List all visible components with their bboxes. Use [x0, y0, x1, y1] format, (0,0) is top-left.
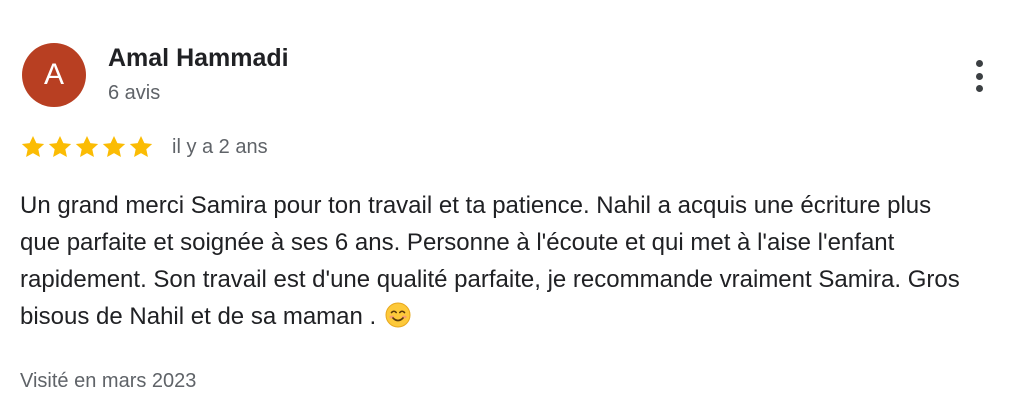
- star-icon: [129, 135, 153, 157]
- smiling-face-icon: [385, 302, 411, 328]
- more-vert-icon-dot-3: [975, 85, 983, 92]
- star-icon: [75, 135, 99, 157]
- review-text: Un grand merci Samira pour ton travail e…: [20, 192, 960, 330]
- author-review-count[interactable]: 6 avis: [108, 82, 160, 105]
- rating-row: il y a 2 ans: [20, 134, 268, 160]
- star-icon: [21, 135, 45, 157]
- visit-date: Visité en mars 2023: [20, 370, 197, 392]
- review-card: A Amal Hammadi 6 avis il y a 2 ans Un gr…: [0, 0, 1016, 408]
- review-time: il y a 2 ans: [172, 135, 268, 158]
- star-icon: [48, 135, 72, 157]
- star-icon: [102, 135, 126, 157]
- author-name[interactable]: Amal Hammadi: [108, 44, 289, 73]
- more-vert-icon-dot-2: [975, 72, 983, 80]
- avatar-initial: A: [43, 58, 64, 91]
- avatar[interactable]: A: [22, 43, 86, 107]
- star-rating: [20, 134, 154, 160]
- more-options-button[interactable]: [962, 54, 996, 98]
- review-body: Un grand merci Samira pour ton travail e…: [20, 187, 970, 335]
- more-vert-icon: [975, 60, 983, 67]
